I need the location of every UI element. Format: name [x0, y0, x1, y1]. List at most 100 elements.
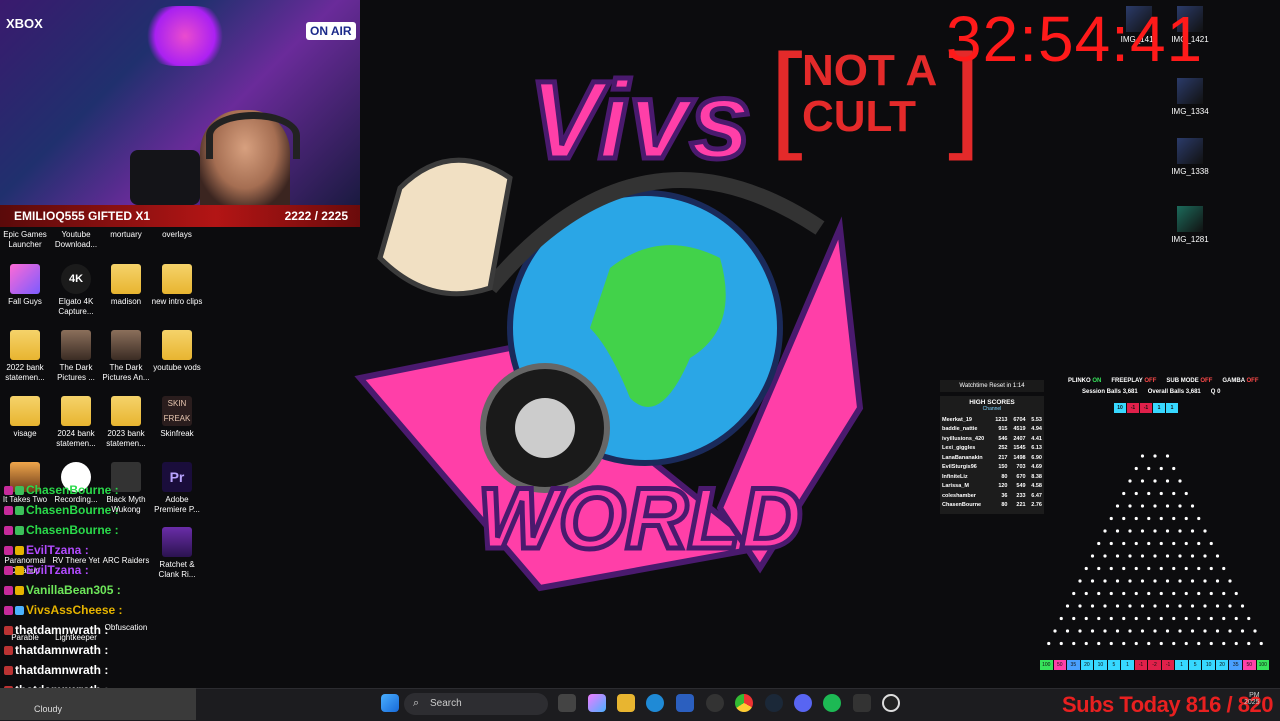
plinko-peg: [1047, 641, 1051, 646]
desktop-icon-2022-bank[interactable]: 2022 bank statemen...: [0, 330, 53, 383]
plinko-peg: [1153, 529, 1157, 533]
plinko-peg: [1215, 604, 1220, 608]
edge-icon[interactable]: [646, 694, 664, 712]
score-value: 6704: [1013, 416, 1026, 423]
chrome-icon[interactable]: [735, 694, 753, 712]
desktop-icon-2023-bank[interactable]: 2023 bank statemen...: [98, 396, 154, 449]
plinko-bucket: 100: [1256, 660, 1270, 670]
plinko-peg: [1090, 604, 1095, 608]
desktop-icon-premiere[interactable]: Pr Adobe Premiere P...: [149, 462, 205, 515]
plinko-peg: [1153, 454, 1157, 458]
plinko-peg: [1203, 529, 1207, 533]
plinko-peg: [1115, 629, 1120, 633]
desktop-icon-ratchet-clank[interactable]: Ratchet & Clank Ri...: [149, 527, 205, 580]
subs-today: Subs Today 816 / 820: [1062, 692, 1273, 718]
desktop-icon-epic-games[interactable]: Epic Games Launcher: [0, 230, 53, 250]
chat-username: VanillaBean305 :: [26, 583, 121, 597]
desktop-icon-dark-pictures-1[interactable]: The Dark Pictures ...: [48, 330, 104, 383]
top-bucket: -1: [1140, 403, 1152, 413]
plinko-peg: [1247, 616, 1251, 621]
high-scores-channel: Channel: [982, 406, 1002, 412]
plinko-peg: [1197, 591, 1201, 596]
desktop-icon-skinfreak[interactable]: SKIN FREAK Skinfreak: [149, 396, 205, 439]
score-row: EvilSturgis96 150 703 4.69: [940, 463, 1044, 473]
score-value: 1498: [1013, 454, 1026, 461]
plinko-peg: [1147, 491, 1151, 496]
score-value: 1213: [995, 416, 1008, 423]
desktop-icon-madison[interactable]: madison: [98, 264, 154, 307]
plinko-peg: [1140, 554, 1145, 558]
plinko-peg: [1097, 641, 1101, 646]
desktop-icon-fall-guys[interactable]: Fall Guys: [0, 264, 53, 307]
plinko-peg: [1203, 629, 1207, 633]
discord-icon[interactable]: [794, 694, 812, 712]
store-icon[interactable]: [676, 694, 694, 712]
plinko-peg: [1084, 641, 1088, 646]
plinko-peg: [1234, 616, 1238, 621]
top-bucket: -1: [1127, 403, 1139, 413]
media-player-icon[interactable]: [882, 694, 900, 712]
search-box[interactable]: ⌕ Search: [404, 693, 548, 715]
score-row: coleshamber 36 233 6.47: [940, 491, 1044, 501]
plinko-peg: [1253, 629, 1257, 633]
webcam-feed: XBOX ON AIR: [0, 0, 360, 205]
plinko-peg: [1128, 554, 1132, 558]
plinko-peg: [1065, 604, 1070, 608]
plinko-peg: [1072, 641, 1076, 646]
desktop-icon-img-1338[interactable]: IMG_1338: [1167, 138, 1213, 176]
plinko-peg: [1184, 591, 1188, 596]
file-explorer-icon[interactable]: [617, 694, 635, 712]
desktop-icon-2024-bank[interactable]: 2024 bank statemen...: [48, 396, 104, 449]
plinko-peg: [1159, 516, 1163, 521]
desktop-icon-elgato[interactable]: 4K Elgato 4K Capture...: [48, 264, 104, 317]
plinko-peg: [1159, 466, 1163, 471]
plinko-peg: [1134, 541, 1138, 546]
weather-widget[interactable]: Cloudy: [0, 688, 196, 720]
plinko-peg: [1197, 616, 1201, 621]
plinko-peg: [1165, 454, 1170, 458]
plinko-peg: [1184, 566, 1188, 571]
plinko-peg: [1222, 641, 1226, 646]
plinko-peg: [1134, 566, 1138, 571]
plinko-peg: [1147, 616, 1151, 621]
desktop-icon-mortuary[interactable]: mortuary: [98, 230, 154, 240]
chat-username: VivsAssCheese :: [26, 603, 123, 617]
plinko-peg: [1165, 554, 1170, 558]
plinko-peg: [1203, 579, 1207, 583]
start-button-icon[interactable]: [381, 694, 399, 712]
desktop-icon-dark-pictures-2[interactable]: The Dark Pictures An...: [98, 330, 154, 383]
desktop-icon-img-1334[interactable]: IMG_1334: [1167, 78, 1213, 116]
plinko-peg: [1165, 629, 1170, 633]
desktop-icon-img-1281[interactable]: IMG_1281: [1167, 206, 1213, 244]
score-value: 36: [1001, 492, 1008, 499]
plinko-bucket: 50: [1242, 660, 1256, 670]
watchtime-reset: Watchtime Reset in 1:14: [940, 380, 1044, 392]
plinko-peg: [1147, 566, 1151, 571]
plinko-peg: [1197, 541, 1201, 546]
plinko-peg: [1072, 591, 1076, 596]
session-balls: Session Balls 3,681: [1082, 389, 1138, 395]
plinko-bucket: -1: [1134, 660, 1148, 670]
score-value: 670: [1016, 473, 1026, 480]
neon-sign: [140, 6, 230, 66]
score-name: coleshamber: [942, 492, 976, 499]
task-view-icon[interactable]: [558, 694, 576, 712]
chat-message: EvilTzana :: [4, 543, 89, 557]
obs-icon[interactable]: [706, 694, 724, 712]
plinko-peg: [1109, 541, 1113, 546]
plinko-peg: [1122, 516, 1126, 521]
desktop-icon-overlays[interactable]: overlays: [149, 230, 205, 240]
desktop-icon-arc-raiders[interactable]: ARC Raiders: [98, 556, 154, 566]
taskbar-clock[interactable]: PM 2025: [1244, 692, 1260, 706]
desktop-icon-youtube-download[interactable]: Youtube Download...: [48, 230, 104, 250]
plinko-peg: [1128, 579, 1132, 583]
terminal-icon[interactable]: [853, 694, 871, 712]
desktop-icon-new-intro-clips[interactable]: new intro clips: [149, 264, 205, 307]
desktop-icon-youtube-vods[interactable]: youtube vods: [149, 330, 205, 373]
top-bucket: 1: [1166, 403, 1178, 413]
plinko-status: PLINKO ON FREEPLAY OFF SUB MODE OFF GAMB…: [1068, 378, 1268, 413]
spotify-icon[interactable]: [823, 694, 841, 712]
desktop-icon-visage[interactable]: visage: [0, 396, 53, 439]
steam-icon[interactable]: [765, 694, 783, 712]
copilot-icon[interactable]: [588, 694, 606, 712]
